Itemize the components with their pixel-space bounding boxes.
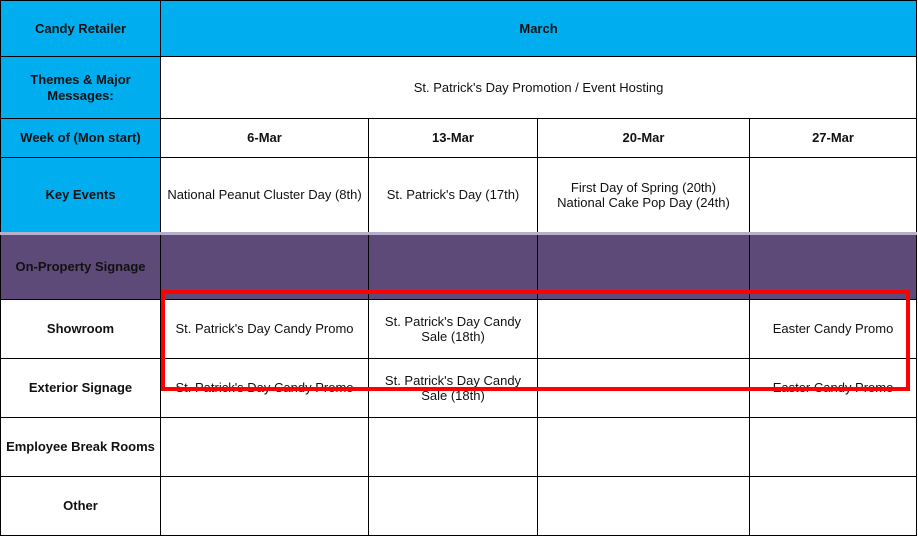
key-events-cell-week3[interactable]: First Day of Spring (20th) National Cake … [537, 157, 750, 234]
showroom-cell-week1[interactable]: St. Patrick's Day Candy Promo [160, 299, 369, 359]
other-cell-week1[interactable] [160, 476, 369, 536]
on-property-signage-band-week1 [160, 232, 369, 300]
exterior-signage-cell-week4[interactable]: Easter Candy Promo [748, 358, 918, 418]
exterior-signage-cell-week2[interactable]: St. Patrick's Day Candy Sale (18th) [368, 358, 538, 418]
exterior-signage-cell-week1[interactable]: St. Patrick's Day Candy Promo [160, 358, 369, 418]
exterior-signage-label-cell: Exterior Signage [0, 358, 161, 418]
key-events-cell-week2[interactable]: St. Patrick's Day (17th) [368, 157, 538, 234]
showroom-label-cell: Showroom [0, 299, 161, 359]
week-of-label-cell: Week of (Mon start) [0, 118, 161, 158]
table-row-week-of: Week of (Mon start) 6-Mar 13-Mar 20-Mar … [0, 118, 918, 158]
other-label-cell: Other [0, 476, 161, 536]
marketing-calendar-sheet: Candy Retailer March Themes & Major Mess… [0, 0, 918, 536]
on-property-signage-label-cell: On-Property Signage [0, 232, 161, 300]
week-date-27-mar: 27-Mar [748, 118, 918, 158]
key-events-label-cell: Key Events [0, 157, 161, 234]
calendar-table: Candy Retailer March Themes & Major Mess… [0, 0, 918, 536]
week-date-13-mar: 13-Mar [368, 118, 538, 158]
key-events-cell-week4[interactable] [748, 157, 918, 234]
table-row-section-on-property-signage: On-Property Signage [0, 232, 918, 300]
showroom-cell-week4[interactable]: Easter Candy Promo [748, 299, 918, 359]
themes-label-cell: Themes & Major Messages: [0, 56, 161, 119]
table-row-exterior-signage: Exterior Signage St. Patrick's Day Candy… [0, 358, 918, 418]
week-date-6-mar: 6-Mar [160, 118, 369, 158]
on-property-signage-band-week2 [368, 232, 538, 300]
table-row-employee-break-rooms: Employee Break Rooms [0, 417, 918, 477]
other-cell-week2[interactable] [368, 476, 538, 536]
showroom-cell-week2[interactable]: St. Patrick's Day Candy Sale (18th) [368, 299, 538, 359]
showroom-cell-week3[interactable] [537, 299, 750, 359]
table-row-showroom: Showroom St. Patrick's Day Candy Promo S… [0, 299, 918, 359]
other-cell-week4[interactable] [748, 476, 918, 536]
retailer-title-cell: Candy Retailer [0, 0, 161, 57]
table-row-key-events: Key Events National Peanut Cluster Day (… [0, 157, 918, 234]
exterior-signage-cell-week3[interactable] [537, 358, 750, 418]
month-header-cell: March [159, 0, 918, 57]
on-property-signage-band-week3 [537, 232, 750, 300]
table-row-title: Candy Retailer March [0, 0, 918, 57]
themes-value-cell[interactable]: St. Patrick's Day Promotion / Event Host… [159, 56, 918, 119]
week-date-20-mar: 20-Mar [537, 118, 750, 158]
employee-break-rooms-cell-week3[interactable] [537, 417, 750, 477]
employee-break-rooms-label-cell: Employee Break Rooms [0, 417, 161, 477]
key-events-cell-week1[interactable]: National Peanut Cluster Day (8th) [160, 157, 369, 234]
employee-break-rooms-cell-week4[interactable] [748, 417, 918, 477]
table-row-other: Other [0, 476, 918, 536]
on-property-signage-band-week4 [748, 232, 918, 300]
other-cell-week3[interactable] [537, 476, 750, 536]
employee-break-rooms-cell-week2[interactable] [368, 417, 538, 477]
employee-break-rooms-cell-week1[interactable] [160, 417, 369, 477]
table-row-themes: Themes & Major Messages: St. Patrick's D… [0, 56, 918, 119]
